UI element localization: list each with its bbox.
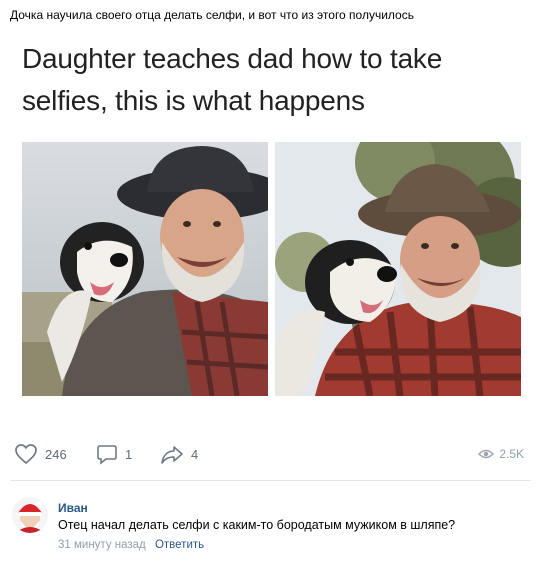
view-count: 2.5K [499, 447, 524, 461]
share-count: 4 [191, 446, 199, 462]
divider [10, 480, 531, 481]
views-counter: 2.5K [478, 440, 524, 468]
comment-time[interactable]: 31 минуту назад [58, 539, 146, 551]
share-button[interactable]: 4 [160, 440, 198, 468]
like-button[interactable]: 246 [14, 440, 67, 468]
reply-link[interactable]: Ответить [155, 539, 204, 551]
meme-title-line-2: selfies, this is what happens [22, 85, 365, 116]
meme-title-line-1: Daughter teaches dad how to take [22, 43, 443, 74]
comment-author[interactable]: Иван [58, 501, 88, 515]
post-text: Дочка научила своего отца делать селфи, … [10, 8, 414, 22]
post-actions-bar: 246 1 4 2.5K [14, 440, 530, 468]
selfie-photo-left[interactable] [22, 142, 268, 396]
comment-button[interactable]: 1 [96, 440, 132, 468]
comment-count: 1 [125, 446, 133, 462]
like-count: 246 [45, 446, 67, 462]
comment-icon [96, 443, 118, 465]
share-icon [160, 443, 184, 465]
meme-title: Daughter teaches dad how to take selfies… [22, 38, 522, 122]
comment-text: Отец начал делать селфи с каким-то бород… [58, 518, 456, 532]
heart-icon [14, 443, 38, 465]
eye-icon [478, 448, 495, 460]
selfie-photo-right[interactable] [275, 142, 521, 396]
avatar[interactable] [12, 497, 48, 533]
comment-meta: 31 минуту назад Ответить [58, 539, 204, 551]
